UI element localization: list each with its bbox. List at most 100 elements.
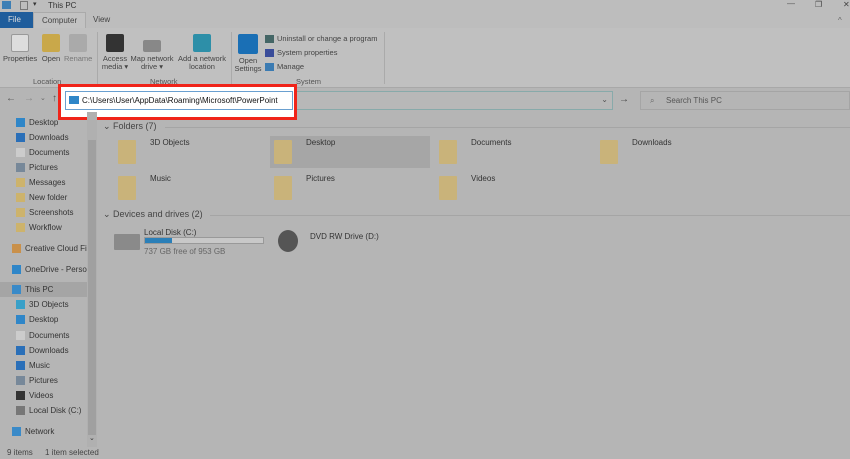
document-icon xyxy=(16,331,25,341)
drive-dvd-d[interactable]: DVD RW Drive (D:) xyxy=(274,226,434,258)
sidebar-item-documents[interactable]: Documents xyxy=(0,328,87,343)
sidebar-item-label: Desktop xyxy=(29,315,59,324)
folder-videos[interactable]: Videos xyxy=(435,172,595,204)
address-bar-extension[interactable]: ⌄ xyxy=(297,91,613,110)
folder-3d-objects[interactable]: 3D Objects xyxy=(114,136,274,168)
restore-button[interactable]: ❐ xyxy=(815,0,822,9)
sidebar-item-label: Documents xyxy=(29,148,70,157)
sidebar-item-downloads[interactable]: Downloads xyxy=(0,343,87,358)
sidebar-item-workflow[interactable]: Workflow xyxy=(0,220,87,235)
sidebar-item-label: New folder xyxy=(29,193,68,202)
ribbon: Properties Open Rename Location Access m… xyxy=(0,28,850,88)
back-button[interactable]: ← xyxy=(6,93,16,104)
navigation-pane: Desktop Downloads Documents Pictures Message… xyxy=(0,112,87,447)
sidebar-item-this-pc[interactable]: This PC xyxy=(0,282,87,297)
drives-header[interactable]: ⌄ Devices and drives (2) xyxy=(103,209,203,220)
rename-button[interactable]: Rename xyxy=(64,34,92,63)
sidebar-item-onedrive-persor[interactable]: OneDrive - Persor xyxy=(0,262,87,277)
open-settings-label: Open Settings xyxy=(234,56,262,73)
sidebar-item-new-folder[interactable]: New folder xyxy=(0,190,87,205)
up-button[interactable]: ↑ xyxy=(52,93,57,104)
address-dropdown-icon[interactable]: ⌄ xyxy=(601,95,608,104)
sidebar-item-3d-objects[interactable]: 3D Objects xyxy=(0,297,87,312)
folder-label: Pictures xyxy=(306,174,335,183)
folder-music[interactable]: Music xyxy=(114,172,274,204)
minimize-button[interactable]: — xyxy=(787,0,795,8)
folder-icon xyxy=(16,193,25,203)
search-input[interactable]: ⌕ Search This PC xyxy=(640,91,850,110)
tab-computer[interactable]: Computer xyxy=(33,12,87,28)
picture-icon xyxy=(16,376,25,386)
uninstall-program-button[interactable]: Uninstall or change a program xyxy=(265,34,378,44)
folder-desktop-icon xyxy=(274,140,292,164)
sidebar-item-label: 3D Objects xyxy=(29,300,69,309)
sidebar-item-label: Creative Cloud Fil xyxy=(25,244,87,253)
properties-button[interactable]: Properties xyxy=(3,34,37,63)
sidebar-item-music[interactable]: Music xyxy=(0,358,87,373)
access-media-button[interactable]: Access media ▾ xyxy=(100,34,130,71)
sidebar-item-desktop[interactable]: Desktop xyxy=(0,312,87,327)
sidebar-item-creative-cloud-fil[interactable]: Creative Cloud Fil xyxy=(0,241,87,256)
sidebar-item-screenshots[interactable]: Screenshots xyxy=(0,205,87,220)
go-button[interactable]: → xyxy=(619,94,629,105)
folder-downloads[interactable]: Downloads xyxy=(596,136,756,168)
collapse-ribbon-icon[interactable]: ^ xyxy=(838,16,842,25)
manage-button[interactable]: Manage xyxy=(265,62,305,72)
map-network-drive-button[interactable]: Map network drive ▾ xyxy=(130,34,174,71)
sidebar-item-messages[interactable]: Messages xyxy=(0,175,87,190)
sidebar-item-network[interactable]: Network xyxy=(0,424,87,439)
sidebar-item-label: Screenshots xyxy=(29,208,74,217)
window-title: This PC xyxy=(48,1,77,10)
tab-view[interactable]: View xyxy=(85,12,118,28)
folders-header-label: Folders (7) xyxy=(113,121,157,131)
open-settings-button[interactable]: Open Settings xyxy=(234,34,262,73)
add-network-location-label: Add a network location xyxy=(178,54,226,71)
download-icon xyxy=(16,133,25,143)
quick-access-dropdown-icon[interactable]: ▾ xyxy=(33,0,37,8)
navigation-scrollbar[interactable]: ⌄ xyxy=(87,112,97,447)
recent-locations-button[interactable]: ⌄ xyxy=(40,94,46,102)
pc-icon xyxy=(69,96,79,104)
divider xyxy=(384,32,385,84)
sidebar-item-label: This PC xyxy=(25,285,54,294)
access-media-label: Access media ▾ xyxy=(101,54,129,71)
folder-desktop[interactable]: Desktop xyxy=(270,136,430,168)
sidebar-item-label: Workflow xyxy=(29,223,62,232)
forward-button[interactable]: → xyxy=(24,93,34,104)
rename-label: Rename xyxy=(64,54,93,63)
sidebar-item-downloads[interactable]: Downloads xyxy=(0,130,87,145)
divider xyxy=(165,127,850,128)
sidebar-item-pictures[interactable]: Pictures xyxy=(0,373,87,388)
system-properties-button[interactable]: System properties xyxy=(265,48,337,58)
sidebar-item-label: Desktop xyxy=(29,118,59,127)
sidebar-item-desktop[interactable]: Desktop xyxy=(0,115,87,130)
close-button[interactable]: ✕ xyxy=(843,0,850,9)
folder-documents[interactable]: Documents xyxy=(435,136,595,168)
sidebar-item-videos[interactable]: Videos xyxy=(0,388,87,403)
folder-downloads-icon xyxy=(600,140,618,164)
folder-label: Desktop xyxy=(306,138,336,147)
address-path-text: C:\Users\User\AppData\Roaming\Microsoft\… xyxy=(82,96,278,105)
scrollbar-thumb[interactable] xyxy=(88,140,96,435)
search-placeholder: Search This PC xyxy=(666,96,722,105)
folder-pictures[interactable]: Pictures xyxy=(270,172,430,204)
sidebar-item-pictures[interactable]: Pictures xyxy=(0,160,87,175)
cloud-icon xyxy=(12,265,21,275)
item-count: 9 items xyxy=(7,448,33,457)
divider xyxy=(97,32,98,84)
search-icon: ⌕ xyxy=(650,96,655,105)
folders-header[interactable]: ⌄ Folders (7) xyxy=(103,121,157,132)
divider xyxy=(210,215,850,216)
tab-file[interactable]: File xyxy=(0,12,33,28)
scroll-down-arrow[interactable]: ⌄ xyxy=(89,434,95,442)
sidebar-item-documents[interactable]: Documents xyxy=(0,145,87,160)
properties-quick-icon[interactable] xyxy=(20,1,28,10)
add-network-location-button[interactable]: Add a network location xyxy=(176,34,228,71)
manage-label: Manage xyxy=(277,62,305,71)
open-button[interactable]: Open xyxy=(40,34,62,63)
properties-icon xyxy=(11,34,29,52)
address-input[interactable]: C:\Users\User\AppData\Roaming\Microsoft\… xyxy=(65,91,293,110)
uninstall-label: Uninstall or change a program xyxy=(277,34,378,43)
sidebar-item-local-disk-c[interactable]: Local Disk (C:) xyxy=(0,403,87,418)
music-icon xyxy=(16,361,25,371)
